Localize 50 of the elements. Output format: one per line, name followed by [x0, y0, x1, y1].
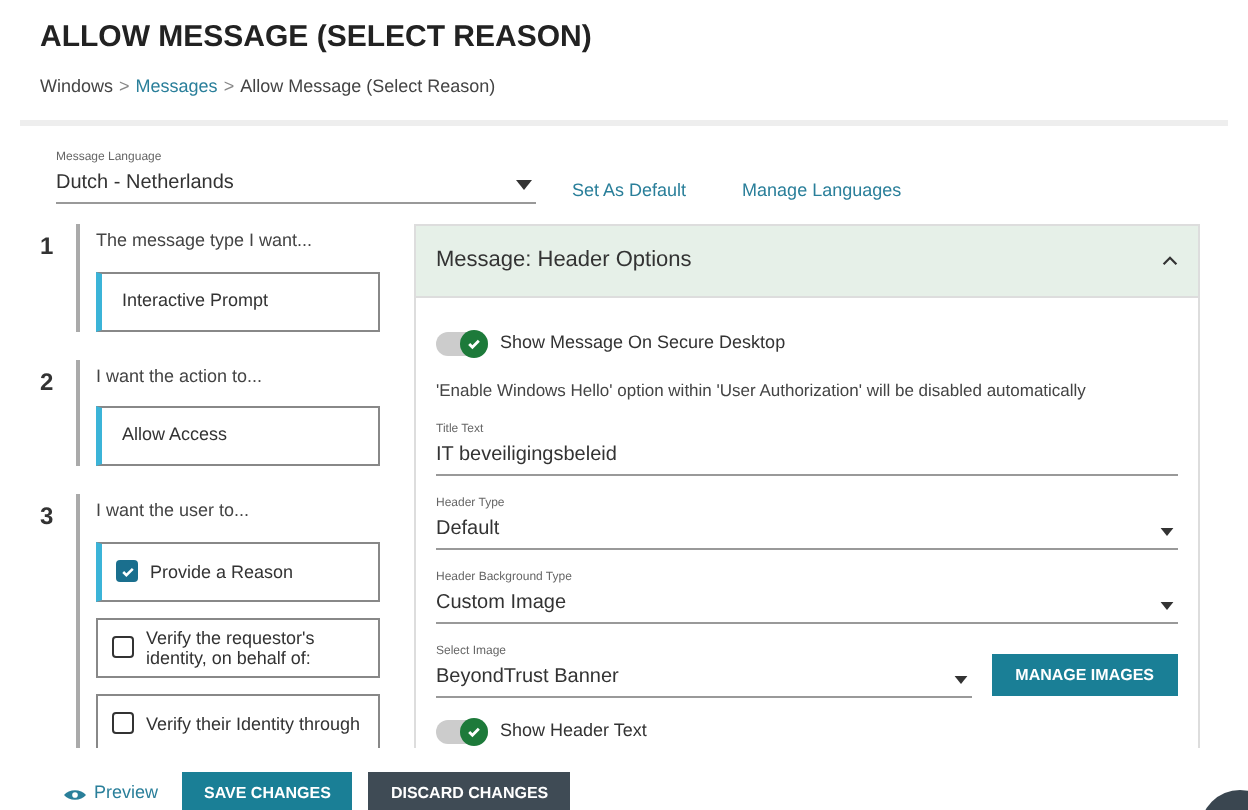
checkbox-label: Verify the requestor's identity, on behalf of:: [146, 627, 317, 667]
breadcrumb-separator: >: [223, 73, 235, 99]
step-prompt: I want the user to...: [96, 498, 252, 524]
page-title: ALLOW MESSAGE (SELECT REASON): [40, 18, 594, 58]
check-icon: [119, 563, 135, 579]
caret-icon: [953, 676, 968, 685]
check-icon: [466, 335, 482, 352]
preview-link[interactable]: Preview: [64, 780, 159, 808]
panel-header[interactable]: Message: Header Options: [416, 226, 1198, 298]
checkbox[interactable]: [112, 712, 134, 734]
panel-title: Message: Header Options: [436, 246, 692, 277]
chevron-icon[interactable]: [1162, 256, 1178, 266]
toggle-switch[interactable]: [436, 720, 488, 744]
toggle-switch[interactable]: [436, 331, 488, 356]
option-box[interactable]: Interactive Prompt: [96, 271, 380, 331]
field-value: IT beveiligingsbeleid: [436, 442, 617, 471]
step-number: 2: [40, 365, 56, 399]
step-number: 3: [40, 500, 56, 534]
breadcrumb-item: Windows: [40, 73, 114, 99]
checkbox-option[interactable]: Verify the requestor's identity, on behalf of:: [96, 617, 380, 677]
caret-icon: [1160, 528, 1174, 537]
option-box[interactable]: Allow Access: [96, 406, 380, 466]
breadcrumb-item: Allow Message (Select Reason): [240, 73, 496, 100]
check-icon: [466, 724, 482, 740]
checkbox[interactable]: [116, 560, 138, 582]
checkbox[interactable]: [112, 636, 134, 658]
field-value: Custom Image: [436, 590, 567, 619]
checkbox-label: Provide a Reason: [150, 561, 294, 581]
field-value: BeyondTrust Banner: [436, 664, 619, 693]
field-value: Dutch - Netherlands: [56, 170, 234, 198]
save-button[interactable]: SAVE CHANGES: [182, 772, 353, 810]
discard-button[interactable]: DISCARD CHANGES: [368, 772, 571, 810]
manage-images-button[interactable]: MANAGE IMAGES: [991, 654, 1178, 697]
step-prompt: I want the action to...: [96, 363, 265, 389]
step-number: 1: [40, 230, 56, 264]
breadcrumb-link[interactable]: Messages: [135, 73, 218, 100]
checkbox-label: Verify their Identity through: [146, 713, 361, 733]
link[interactable]: Set As Default: [572, 177, 687, 204]
caret-icon: [516, 180, 532, 190]
caret-icon: [1160, 602, 1174, 611]
checkbox-option[interactable]: Verify their Identity through: [96, 693, 380, 748]
eye-icon: [64, 787, 86, 801]
toggle-label: Show Message On Secure Desktop: [500, 330, 786, 356]
field-value: Default: [436, 516, 500, 545]
link[interactable]: Manage Languages: [742, 177, 902, 204]
info-text: 'Enable Windows Hello' option within 'User Authorization' will be disabled automatically: [436, 377, 1088, 403]
toggle-label: Show Header Text: [500, 718, 647, 745]
checkbox-option[interactable]: Provide a Reason: [96, 541, 380, 601]
breadcrumb-separator: >: [119, 73, 130, 99]
step-prompt: The message type I want...: [96, 228, 315, 254]
